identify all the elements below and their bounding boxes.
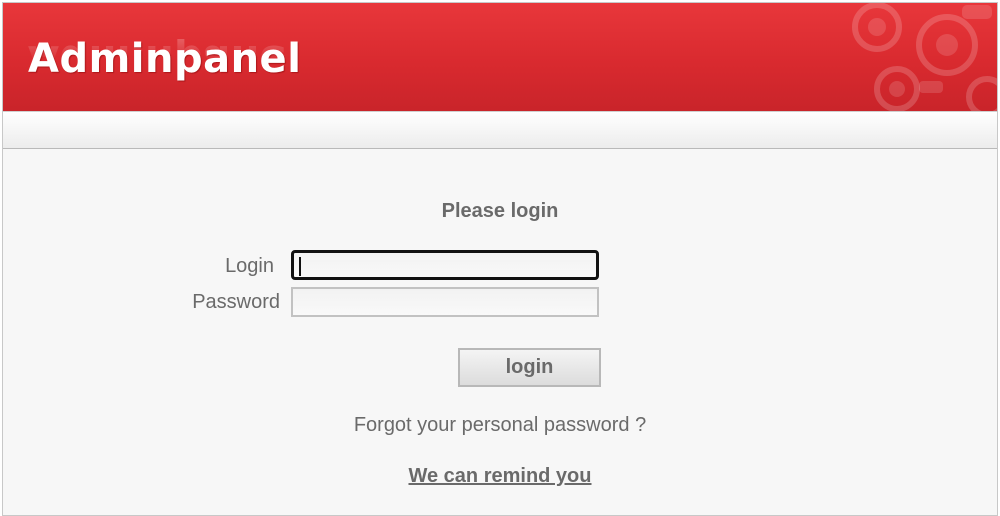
page-frame: Adminpanel Adminpanel Please login Login… — [2, 2, 998, 516]
login-label: Login — [225, 255, 274, 277]
remind-link-container: We can remind you — [3, 465, 997, 488]
gear-pattern-icon — [852, 3, 997, 111]
remind-password-link[interactable]: We can remind you — [408, 465, 591, 487]
sub-navigation-bar — [3, 111, 997, 149]
password-input[interactable] — [291, 287, 599, 317]
login-button[interactable]: login — [458, 348, 601, 387]
login-input[interactable] — [291, 250, 599, 280]
login-title: Please login — [441, 200, 559, 222]
text-caret — [299, 257, 301, 276]
password-label: Password — [192, 291, 280, 313]
brand-logo-reflection: Adminpanel — [28, 39, 302, 79]
header-banner: Adminpanel Adminpanel — [3, 3, 997, 111]
forgot-password-text: Forgot your personal password ? — [353, 414, 647, 436]
